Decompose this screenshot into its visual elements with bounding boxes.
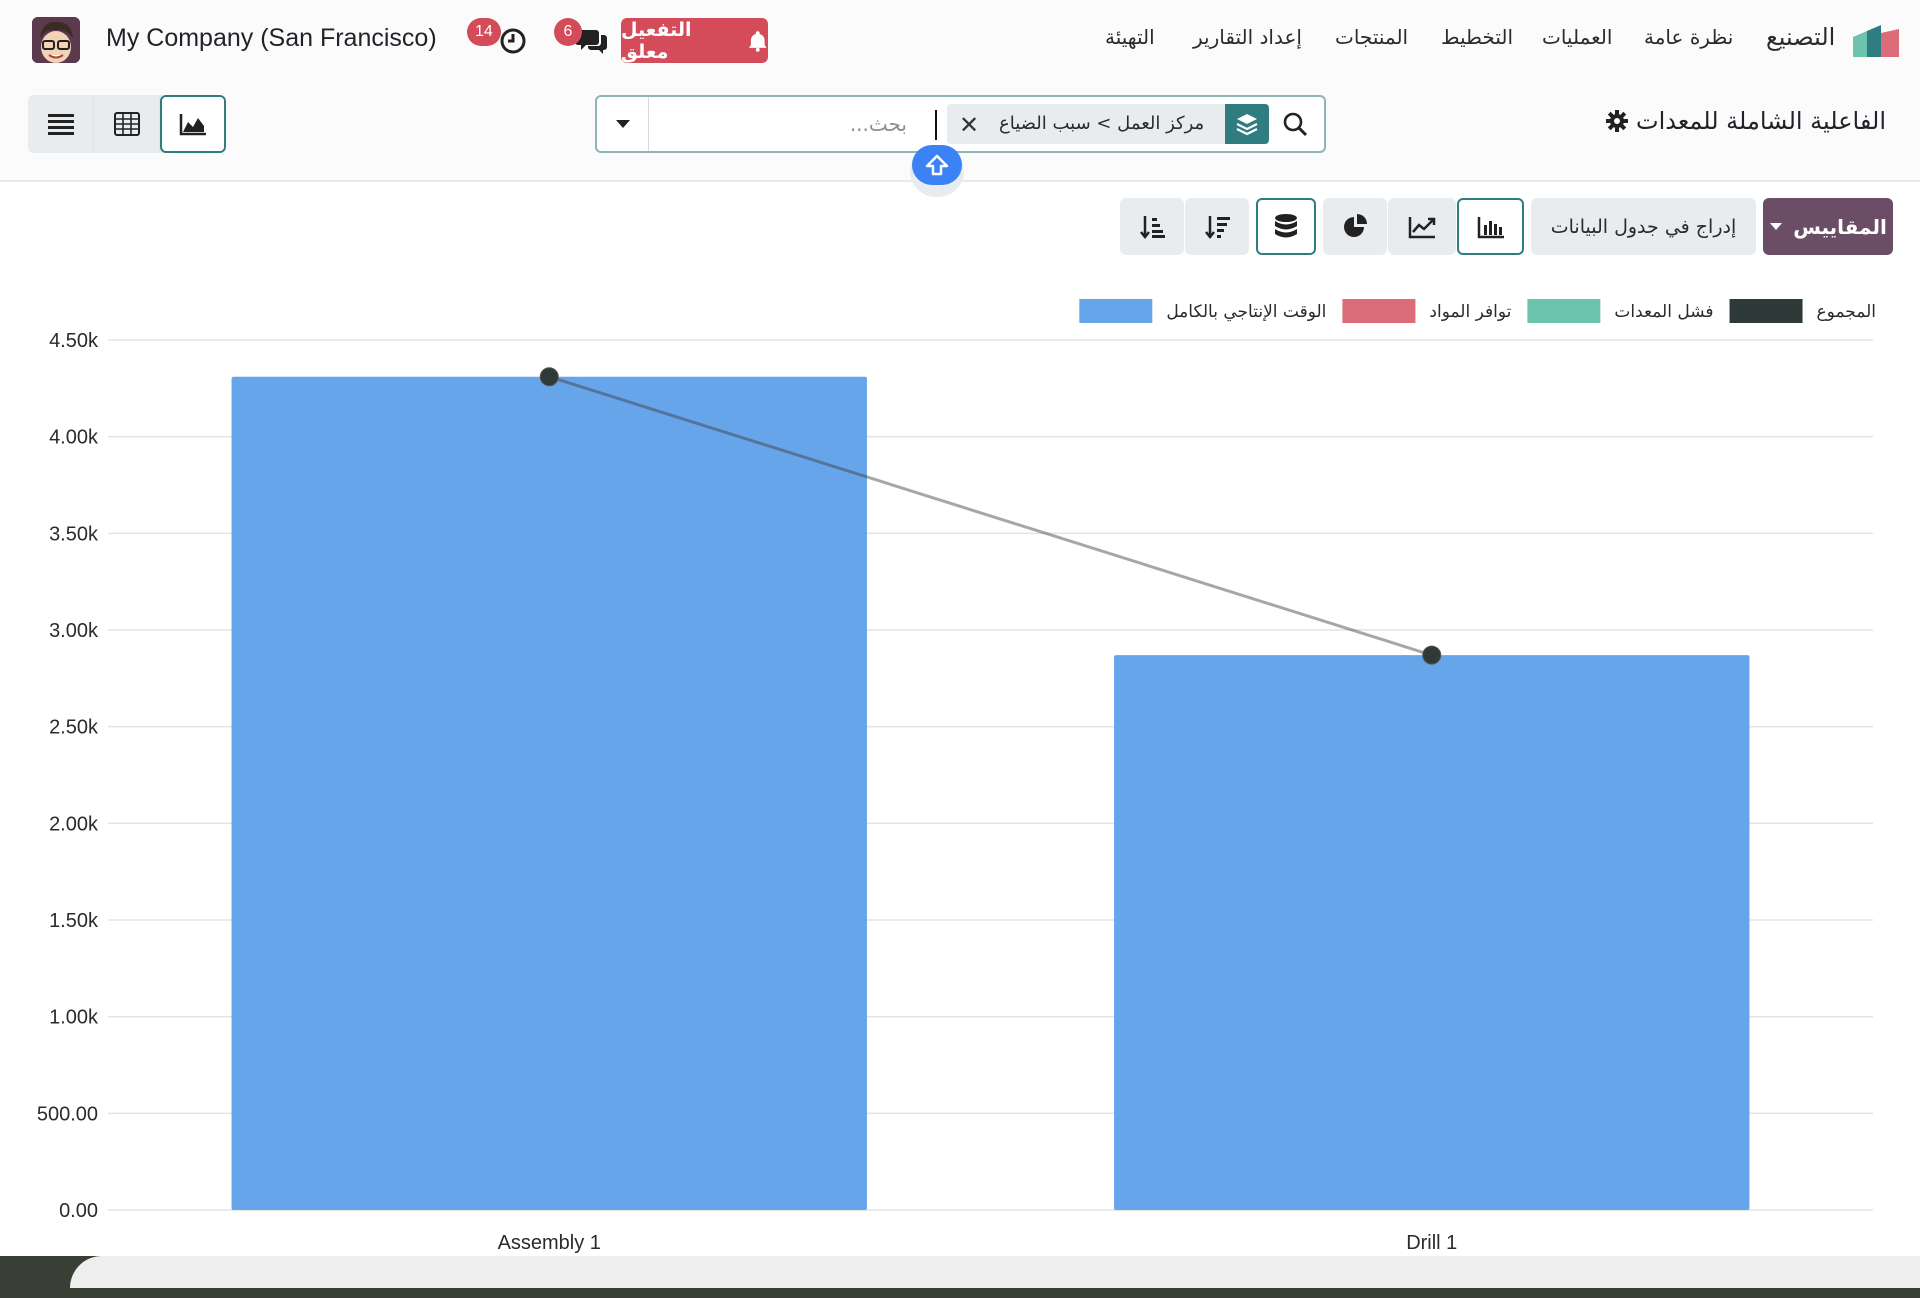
y-tick-label: 2.00k <box>49 813 99 835</box>
activation-pending-label: التفعيل معلق <box>621 18 692 63</box>
menu-configuration[interactable]: التهيئة <box>1105 25 1155 49</box>
bar <box>1114 655 1750 1210</box>
area-chart-icon <box>179 114 206 136</box>
pivot-view-button[interactable] <box>94 95 160 153</box>
page-title: الفاعلية الشاملة للمعدات <box>1605 107 1886 135</box>
window-bottom-edge <box>70 1256 1920 1288</box>
total-point <box>539 367 559 387</box>
remove-facet-button[interactable]: ✕ <box>959 111 979 139</box>
page-title-text: الفاعلية الشاملة للمعدات <box>1635 107 1886 135</box>
pie-chart-button[interactable] <box>1323 198 1387 255</box>
view-switcher <box>28 95 226 153</box>
graph-view-button[interactable] <box>160 95 226 153</box>
text-cursor <box>935 110 937 140</box>
search-bar: ✕ مركز العمل > سبب الضياع <box>595 95 1326 153</box>
sort-ascending-button[interactable] <box>1120 198 1184 255</box>
search-input[interactable] <box>667 109 907 139</box>
facet-value: مركز العمل > سبب الضياع <box>999 113 1205 134</box>
menu-reporting[interactable]: إعداد التقارير <box>1193 25 1302 49</box>
legend-label: توافر المواد <box>1429 302 1511 322</box>
messages-count-badge: 6 <box>554 18 582 46</box>
menu-operations[interactable]: العمليات <box>1542 25 1612 49</box>
sort-descending-button[interactable] <box>1185 198 1249 255</box>
legend-label: المجموع <box>1817 302 1876 322</box>
activity-count-badge: 14 <box>467 18 501 46</box>
caret-down-icon <box>1770 223 1783 230</box>
x-tick-label: Assembly 1 <box>498 1232 601 1254</box>
top-navbar: My Company (San Francisco) 14 6 التفعيل … <box>0 0 1920 80</box>
list-icon <box>47 114 74 135</box>
y-tick-label: 3.50k <box>49 523 99 545</box>
sort-amount-up-icon <box>1140 215 1165 239</box>
search-options-toggle[interactable] <box>597 97 649 151</box>
line-chart-icon <box>1408 216 1436 238</box>
search-icon[interactable] <box>1282 111 1308 141</box>
x-tick-label: Drill 1 <box>1406 1232 1457 1254</box>
desktop-background-strip <box>0 1256 1920 1298</box>
user-avatar[interactable] <box>32 17 80 63</box>
sort-amount-down-icon <box>1205 215 1230 239</box>
y-tick-label: 0.00 <box>59 1200 98 1222</box>
y-tick-label: 4.50k <box>49 330 99 352</box>
y-tick-label: 500.00 <box>37 1103 98 1125</box>
table-icon <box>113 112 140 136</box>
stacked-toggle-button[interactable] <box>1256 198 1316 255</box>
total-point <box>1422 645 1442 665</box>
activity-clock-icon[interactable] <box>496 24 530 58</box>
bar-chart-button[interactable] <box>1457 198 1524 255</box>
app-name[interactable]: التصنيع <box>1766 23 1835 51</box>
company-switcher[interactable]: My Company (San Francisco) <box>106 24 437 53</box>
pie-chart-icon <box>1344 213 1367 237</box>
y-tick-label: 3.00k <box>49 620 99 642</box>
manufacturing-app-logo <box>1853 25 1899 57</box>
graph-canvas: 0.00 500.00 1.00k 1.50k 2.00k 2.50k 3.00k 3.50k… <box>37 299 1876 1254</box>
bar-chart-icon <box>1477 216 1504 238</box>
legend-label: الوقت الإنتاجي بالكامل <box>1166 302 1326 322</box>
bell-icon <box>749 30 768 52</box>
menu-products[interactable]: المنتجات <box>1335 25 1408 49</box>
gear-icon[interactable] <box>1605 110 1628 132</box>
y-tick-label: 2.50k <box>49 717 99 739</box>
caret-down-icon <box>615 120 630 128</box>
y-tick-label: 4.00k <box>49 427 99 449</box>
menu-overview[interactable]: نظرة عامة <box>1644 25 1733 49</box>
measures-dropdown-button[interactable]: المقاييس <box>1763 198 1893 255</box>
legend-swatch <box>1079 299 1153 323</box>
y-tick-label: 1.50k <box>49 910 99 932</box>
list-view-button[interactable] <box>28 95 94 153</box>
line-chart-button[interactable] <box>1388 198 1456 255</box>
database-icon <box>1275 213 1297 237</box>
legend-swatch <box>1527 299 1601 323</box>
scroll-top-button[interactable] <box>910 145 964 197</box>
legend-swatch <box>1729 299 1803 323</box>
bar <box>231 376 867 1210</box>
activation-pending-button[interactable]: التفعيل معلق <box>621 18 768 63</box>
legend-label: فشل المعدات <box>1614 302 1713 322</box>
measures-label: المقاييس <box>1793 214 1887 239</box>
menu-planning[interactable]: التخطيط <box>1441 25 1513 49</box>
legend-swatch <box>1342 299 1416 323</box>
insert-in-spreadsheet-button[interactable]: إدراج في جدول البيانات <box>1531 198 1756 255</box>
groupby-facet: ✕ مركز العمل > سبب الضياع <box>947 104 1269 144</box>
layers-icon <box>1225 104 1269 144</box>
y-tick-label: 1.00k <box>49 1007 99 1029</box>
arrow-up-icon <box>925 154 949 176</box>
